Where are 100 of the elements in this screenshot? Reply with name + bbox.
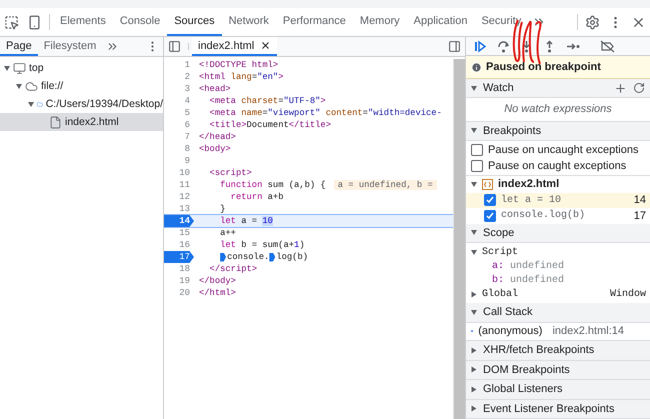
expand-arrow-icon[interactable] — [4, 66, 10, 70]
expand-arrow-icon[interactable] — [471, 250, 477, 255]
info-icon — [471, 62, 482, 73]
file-code-icon — [482, 178, 493, 190]
variable-value: undefined — [510, 260, 564, 272]
checkbox[interactable] — [484, 194, 496, 206]
line-number[interactable]: 10 — [164, 167, 194, 179]
line-number[interactable]: 11 — [164, 179, 194, 191]
checkbox[interactable] — [471, 160, 483, 172]
line-number[interactable]: 4 — [164, 95, 194, 107]
tree-item[interactable]: top — [0, 59, 163, 77]
expand-arrow-icon[interactable] — [16, 84, 22, 88]
line-number[interactable]: 3 — [164, 83, 194, 95]
line-number[interactable]: 6 — [164, 119, 194, 131]
expand-arrow-icon[interactable] — [471, 182, 477, 187]
section-header[interactable]: Breakpoints — [466, 122, 650, 142]
section-header[interactable]: Watch — [466, 78, 650, 98]
frame-location: index2.html:14 — [552, 325, 624, 338]
inline-breakpoint-icon[interactable] — [269, 252, 276, 262]
tree-item[interactable]: index2.html — [0, 113, 163, 131]
checkbox[interactable] — [484, 210, 496, 222]
line-number: 17 — [634, 210, 646, 222]
code-token: <meta — [208, 108, 236, 118]
line-number[interactable]: 9 — [164, 155, 194, 167]
line-number[interactable]: 12 — [164, 191, 194, 203]
expand-arrow-icon[interactable] — [471, 128, 477, 134]
section-header[interactable]: XHR/fetch Breakpoints — [466, 341, 650, 361]
expand-arrow-icon[interactable] — [28, 102, 34, 106]
code-token: 1 — [294, 240, 300, 250]
line-number[interactable]: 7 — [164, 131, 194, 143]
navigator-tab[interactable]: Page — [0, 37, 38, 56]
panel-tab[interactable]: Security — [474, 8, 528, 36]
line-number[interactable]: 8 — [164, 143, 194, 155]
line-number[interactable]: 20 — [164, 287, 194, 299]
tree-item[interactable]: C:/Users/19394/Desktop/ — [0, 95, 163, 113]
code-token: a+b — [266, 192, 284, 202]
code-token: <title> — [208, 120, 247, 130]
checkbox-label: Pause on caught exceptions — [488, 160, 626, 172]
expand-arrow-icon[interactable] — [472, 406, 476, 412]
code-token: = — [278, 96, 284, 106]
line-number[interactable]: 14 — [164, 215, 194, 227]
code-token: lang — [230, 72, 252, 82]
breakpoint-item[interactable]: let a = 10 14 — [466, 192, 650, 208]
line-number[interactable]: 19 — [164, 275, 194, 287]
tree-label: top — [29, 62, 44, 74]
add-icon[interactable] — [614, 82, 627, 95]
section-title: Call Stack — [483, 306, 533, 318]
expand-arrow-icon[interactable] — [471, 86, 477, 91]
close-icon[interactable] — [260, 40, 272, 51]
section-header[interactable]: Event Listener Breakpoints — [466, 400, 650, 419]
code-token: = — [262, 108, 268, 118]
line-number[interactable]: 5 — [164, 107, 194, 119]
code-token: "viewport" — [268, 108, 320, 118]
file-tab[interactable]: index2.html — [192, 37, 278, 56]
refresh-icon[interactable] — [633, 82, 645, 94]
code-token: = — [252, 72, 258, 82]
code-token: <meta — [208, 96, 236, 106]
checkbox[interactable] — [471, 144, 483, 156]
scope-value: Window — [610, 288, 646, 300]
breakpoint-code: let a = 10 — [501, 194, 562, 206]
expand-arrow-icon[interactable] — [472, 291, 476, 298]
scrollbar[interactable] — [453, 59, 465, 419]
section-title: DOM Breakpoints — [483, 364, 570, 376]
panel-tab[interactable]: Console — [112, 8, 168, 36]
expand-arrow-icon[interactable] — [471, 310, 477, 315]
call-frame[interactable]: (anonymous) index2.html:14 — [466, 322, 650, 340]
panel-tab[interactable]: Elements — [53, 8, 113, 36]
panel-tab[interactable]: Memory — [352, 8, 407, 36]
section-title: XHR/fetch Breakpoints — [483, 344, 594, 356]
section-header[interactable]: DOM Breakpoints — [466, 360, 650, 380]
section-header[interactable]: Global Listeners — [466, 380, 650, 400]
panel-tab[interactable]: Network — [222, 8, 276, 36]
line-number[interactable]: 17 — [164, 251, 194, 263]
tree-item[interactable]: file:// — [0, 77, 163, 95]
code-token: a = — [240, 216, 258, 226]
panel-tab[interactable]: Performance — [276, 8, 353, 36]
section-header[interactable]: Scope — [466, 224, 650, 244]
line-number[interactable]: 15 — [164, 227, 194, 239]
line-number[interactable]: 16 — [164, 239, 194, 251]
section-header[interactable]: Call Stack — [466, 303, 650, 323]
line-number[interactable]: 18 — [164, 263, 194, 275]
code-token: name — [240, 108, 262, 118]
expand-arrow-icon[interactable] — [472, 366, 476, 373]
line-number[interactable]: 1 — [164, 59, 194, 71]
line-number[interactable]: 2 — [164, 71, 194, 83]
code-token: a++ — [219, 228, 236, 238]
line-number[interactable]: 13 — [164, 203, 194, 215]
inline-breakpoint-icon[interactable] — [220, 252, 226, 262]
navigator-tab[interactable]: Filesystem — [38, 37, 102, 56]
breakpoint-item[interactable]: console.log(b) 17 — [466, 208, 650, 224]
panel-tab[interactable]: Application — [406, 8, 474, 36]
inline-value: a = undefined, b = — [334, 180, 437, 190]
frame-icon — [13, 62, 26, 74]
code-token: b = sum(a+ — [240, 240, 294, 250]
expand-arrow-icon[interactable] — [471, 230, 477, 236]
code-token: </title> — [288, 120, 331, 130]
expand-arrow-icon[interactable] — [472, 386, 476, 392]
code-token: let — [219, 240, 236, 250]
expand-arrow-icon[interactable] — [472, 347, 476, 354]
code-token: </html> — [199, 288, 236, 298]
